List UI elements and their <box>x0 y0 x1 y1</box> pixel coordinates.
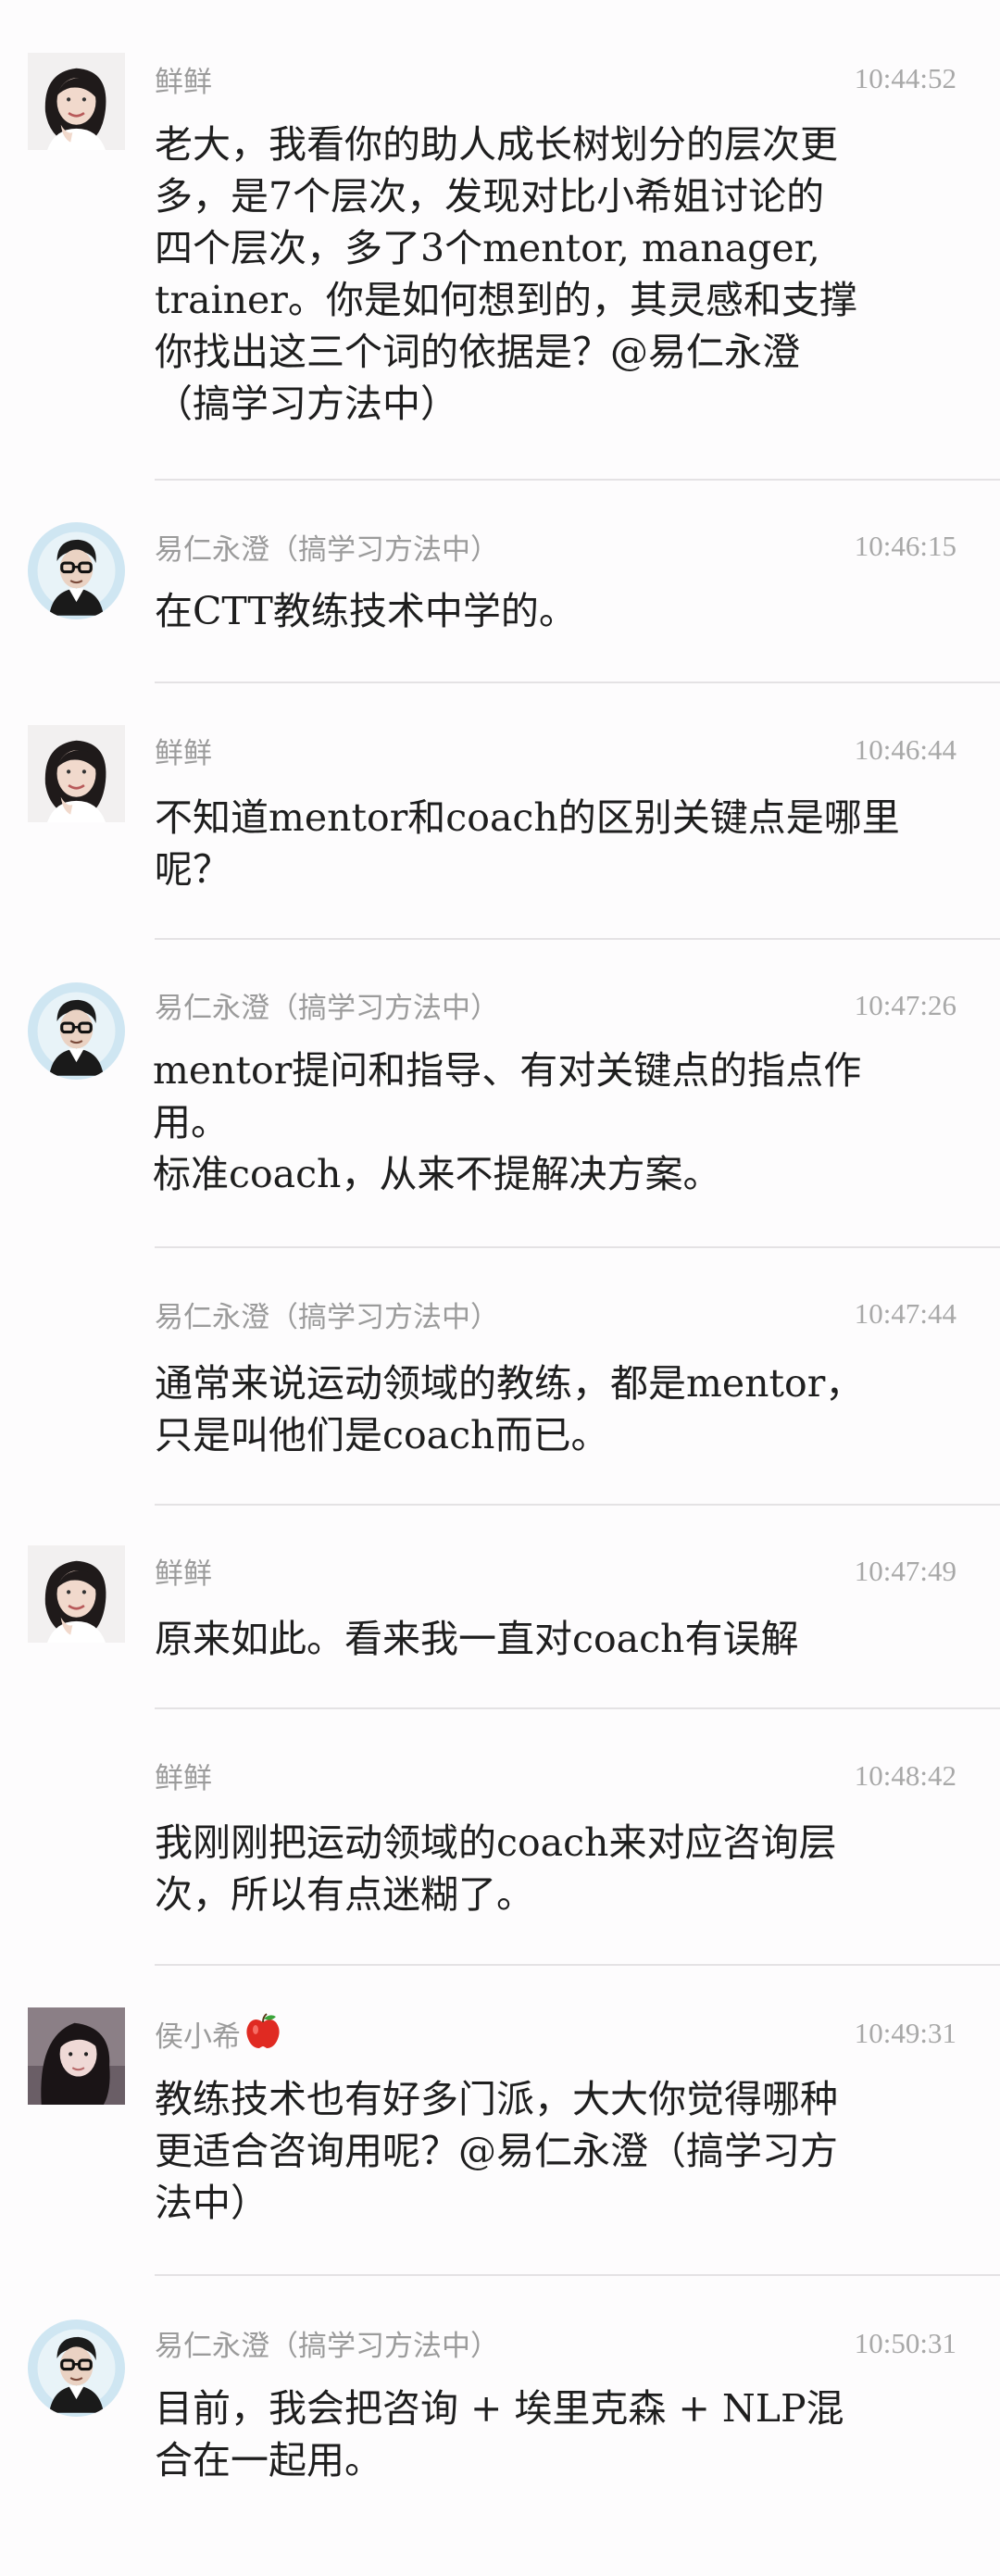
message-line: 通常来说运动领域的教练，都是mentor， <box>155 1361 864 1406</box>
message-line: 更适合咨询用呢？@易仁永澄（搞学习方 <box>155 2129 838 2173</box>
message-divider <box>155 2274 1000 2276</box>
avatar[interactable] <box>28 2007 125 2105</box>
avatar[interactable] <box>28 982 125 1080</box>
message-divider <box>155 479 1000 481</box>
timestamp: 10:47:49 <box>854 1555 956 1587</box>
message-divider <box>155 938 1000 940</box>
sender-name: 易仁永澄（搞学习方法中） <box>155 2330 499 2363</box>
woman-portrait-avatar-icon <box>28 53 125 150</box>
message-divider <box>155 1246 1000 1248</box>
message-text: 原来如此。看来我一直对coach有误解 <box>155 1613 969 1665</box>
timestamp: 10:46:15 <box>854 530 956 562</box>
message-text: 在CTT教练技术中学的。 <box>155 585 969 637</box>
message-line: 合在一起用。 <box>155 2438 382 2482</box>
message-line: 我刚刚把运动领域的coach来对应咨询层 <box>155 1820 837 1865</box>
avatar[interactable] <box>28 725 125 822</box>
sender-name-text: 侯小希 <box>155 2020 241 2054</box>
message-line: mentor提问和指导、有对关键点的指点作 <box>153 1048 862 1093</box>
message-line: 多，是7个层次，发现对比小希姐讨论的 <box>155 174 825 219</box>
message-text: mentor提问和指导、有对关键点的指点作 用。 标准coach，从来不提解决方… <box>153 1044 968 1200</box>
woman-long-hair-avatar-icon <box>28 2007 125 2105</box>
avatar[interactable] <box>28 2320 125 2417</box>
sender-name: 鲜鲜 <box>155 1762 212 1795</box>
message-line: 次，所以有点迷糊了。 <box>155 1872 534 1917</box>
apple-icon <box>246 2013 280 2048</box>
message-line: 标准coach，从来不提解决方案。 <box>153 1152 721 1196</box>
sender-name: 易仁永澄（搞学习方法中） <box>155 1301 499 1334</box>
sender-name: 侯小希 <box>155 2011 283 2055</box>
avatar[interactable] <box>28 522 125 619</box>
message-text: 我刚刚把运动领域的coach来对应咨询层 次，所以有点迷糊了。 <box>155 1817 969 1920</box>
woman-portrait-avatar-icon <box>28 725 125 822</box>
message-line: 法中） <box>155 2181 269 2225</box>
chat-message-list: 鲜鲜 10:44:52 老大，我看你的助人成长树划分的层次更 多，是7个层次，发… <box>0 0 1000 2576</box>
sender-name: 鲜鲜 <box>155 66 212 99</box>
message-line: 只是叫他们是coach而已。 <box>155 1413 609 1457</box>
man-glasses-avatar-icon <box>28 982 125 1080</box>
timestamp: 10:47:26 <box>854 989 956 1021</box>
timestamp: 10:50:31 <box>854 2327 956 2359</box>
message-line: trainer。你是如何想到的，其灵感和支撑 <box>155 278 857 322</box>
message-divider <box>155 1707 1000 1709</box>
message-line: 原来如此。看来我一直对coach有误解 <box>155 1617 799 1661</box>
timestamp: 10:47:44 <box>854 1297 956 1330</box>
message-line: 在CTT教练技术中学的。 <box>155 589 577 633</box>
message-line: 你找出这三个词的依据是？@易仁永澄 <box>155 330 800 374</box>
message-divider <box>155 1964 1000 1966</box>
message-line: 四个层次，多了3个mentor, manager, <box>155 226 820 270</box>
timestamp: 10:48:42 <box>854 1759 956 1792</box>
timestamp: 10:49:31 <box>854 2017 956 2049</box>
man-glasses-avatar-icon <box>28 522 125 619</box>
message-line: 老大，我看你的助人成长树划分的层次更 <box>155 122 838 167</box>
message-text: 目前，我会把咨询 + 埃里克森 + NLP混 合在一起用。 <box>155 2382 969 2486</box>
message-text: 通常来说运动领域的教练，都是mentor， 只是叫他们是coach而已。 <box>155 1357 969 1461</box>
sender-name: 易仁永澄（搞学习方法中） <box>155 992 499 1025</box>
message-line: 目前，我会把咨询 + 埃里克森 + NLP混 <box>155 2386 844 2431</box>
message-line: （搞学习方法中） <box>155 381 458 426</box>
message-text: 不知道mentor和coach的区别关键点是哪里 呢？ <box>155 792 969 895</box>
message-line: 用。 <box>153 1100 229 1144</box>
sender-name: 易仁永澄（搞学习方法中） <box>155 533 499 567</box>
message-text: 教练技术也有好多门派，大大你觉得哪种 更适合咨询用呢？@易仁永澄（搞学习方 法中… <box>155 2073 969 2229</box>
message-text: 老大，我看你的助人成长树划分的层次更 多，是7个层次，发现对比小希姐讨论的 四个… <box>155 119 969 430</box>
message-line: 不知道mentor和coach的区别关键点是哪里 <box>155 795 900 840</box>
sender-name: 鲜鲜 <box>155 737 212 770</box>
message-line: 呢？ <box>155 847 231 892</box>
avatar[interactable] <box>28 1545 125 1643</box>
message-divider <box>155 1504 1000 1506</box>
message-line: 教练技术也有好多门派，大大你觉得哪种 <box>155 2077 838 2121</box>
message-divider <box>155 682 1000 683</box>
timestamp: 10:46:44 <box>854 733 956 766</box>
man-glasses-avatar-icon <box>28 2320 125 2417</box>
woman-portrait-avatar-icon <box>28 1545 125 1643</box>
sender-name: 鲜鲜 <box>155 1557 212 1591</box>
timestamp: 10:44:52 <box>854 62 956 94</box>
avatar[interactable] <box>28 53 125 150</box>
